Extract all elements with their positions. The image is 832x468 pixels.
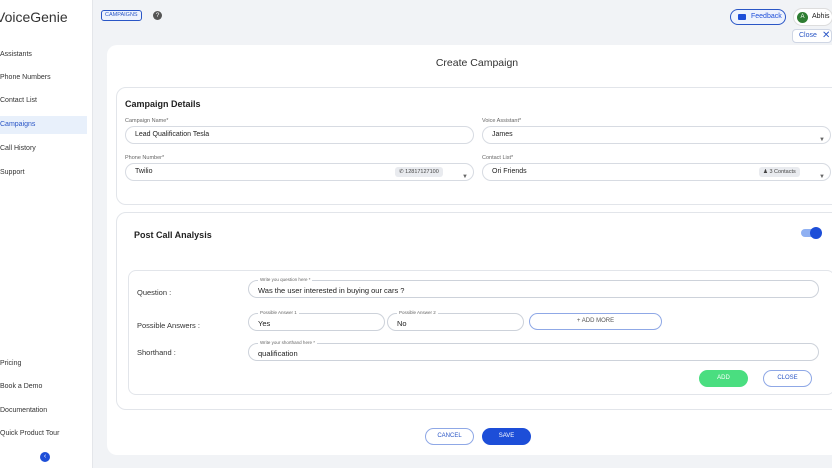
close-icon: ✕ xyxy=(822,30,831,41)
phone-number-select[interactable]: Twilio ✆ 12817127100 ▼ xyxy=(125,163,474,181)
post-call-analysis-card: Post Call Analysis Question : Write you … xyxy=(116,212,832,410)
possible-answer-2-hint: Possible Answer 2 xyxy=(397,310,438,316)
post-call-analysis-toggle[interactable] xyxy=(801,227,822,239)
phone-number-badge: ✆ 12817127100 xyxy=(395,167,443,177)
chevron-down-icon: ▼ xyxy=(462,174,468,180)
add-button[interactable]: ADD xyxy=(699,370,748,387)
possible-answer-1-input[interactable]: Possible Answer 1 Yes xyxy=(248,310,385,331)
app-logo: VoiceGenie xyxy=(0,9,68,25)
contact-list-label: Contact List* xyxy=(482,155,514,161)
shorthand-value: qualification xyxy=(258,349,298,358)
sidebar-item-contact-list[interactable]: Contact List xyxy=(0,92,87,110)
question-value: Was the user interested in buying our ca… xyxy=(258,286,405,295)
contact-list-select[interactable]: Ori Friends ♟ 3 Contacts ▼ xyxy=(482,163,831,181)
voice-assistant-label: Voice Assistant* xyxy=(482,118,522,124)
question-label: Question : xyxy=(137,288,172,297)
sidebar-item-support[interactable]: Support xyxy=(0,164,87,182)
campaign-name-label: Campaign Name* xyxy=(125,118,169,124)
shorthand-hint: Write your shorthand here * xyxy=(258,340,317,346)
close-label: Close xyxy=(799,32,817,39)
toggle-knob xyxy=(810,227,822,239)
save-button[interactable]: SAVE xyxy=(482,428,531,445)
contact-list-value: Ori Friends xyxy=(492,168,527,175)
campaign-details-title: Campaign Details xyxy=(125,99,201,109)
page-title: Create Campaign xyxy=(435,57,519,69)
create-campaign-panel: Create Campaign Campaign Details Campaig… xyxy=(107,45,832,455)
user-name: Abhis xyxy=(812,13,830,20)
campaign-details-card: Campaign Details Campaign Name* Lead Qua… xyxy=(116,87,832,205)
feedback-icon xyxy=(738,14,746,20)
contacts-badge: ♟ 3 Contacts xyxy=(759,167,800,177)
possible-answer-1-hint: Possible Answer 1 xyxy=(258,310,299,316)
contacts-count: 3 Contacts xyxy=(769,169,796,175)
sidebar: VoiceGenie Assistants Phone Numbers Cont… xyxy=(0,0,93,468)
sidebar-item-quick-product-tour[interactable]: Quick Product Tour xyxy=(0,425,87,443)
voice-assistant-value: James xyxy=(492,131,513,138)
possible-answer-2-input[interactable]: Possible Answer 2 No xyxy=(387,310,524,331)
help-icon[interactable]: ? xyxy=(153,11,162,20)
breadcrumb[interactable]: CAMPAIGNS xyxy=(101,10,142,21)
feedback-label: Feedback xyxy=(751,13,782,20)
sidebar-item-call-history[interactable]: Call History xyxy=(0,140,87,158)
cancel-button[interactable]: CANCEL xyxy=(425,428,474,445)
add-more-button[interactable]: + ADD MORE xyxy=(529,313,662,330)
sidebar-item-book-a-demo[interactable]: Book a Demo xyxy=(0,378,87,396)
possible-answer-1-value: Yes xyxy=(258,319,271,328)
avatar: A xyxy=(797,11,808,23)
phone-number-label: Phone Number* xyxy=(125,155,165,161)
close-form-button[interactable]: CLOSE xyxy=(763,370,812,387)
chevron-down-icon: ▼ xyxy=(819,174,825,180)
user-menu[interactable]: A Abhis xyxy=(793,8,832,26)
shorthand-label: Shorthand : xyxy=(137,348,176,357)
phone-provider-value: Twilio xyxy=(135,168,153,175)
voice-assistant-select[interactable]: James ▼ xyxy=(482,126,831,144)
post-call-analysis-title: Post Call Analysis xyxy=(134,230,212,240)
shorthand-input[interactable]: Write your shorthand here * qualificatio… xyxy=(248,340,819,361)
question-hint: Write you question here * xyxy=(258,277,313,283)
feedback-button[interactable]: Feedback xyxy=(730,9,786,25)
chevron-left-icon[interactable]: ‹ xyxy=(40,452,50,462)
sidebar-item-pricing[interactable]: Pricing xyxy=(0,355,87,373)
sidebar-item-documentation[interactable]: Documentation xyxy=(0,402,87,420)
question-input[interactable]: Write you question here * Was the user i… xyxy=(248,277,819,298)
close-button[interactable]: Close ✕ xyxy=(792,29,832,43)
sidebar-item-phone-numbers[interactable]: Phone Numbers xyxy=(0,69,87,87)
phone-number-text: 12817127100 xyxy=(405,169,439,175)
possible-answers-label: Possible Answers : xyxy=(137,321,200,330)
question-form: Question : Write you question here * Was… xyxy=(128,270,832,395)
sidebar-item-campaigns[interactable]: Campaigns xyxy=(0,116,87,134)
sidebar-item-assistants[interactable]: Assistants xyxy=(0,46,87,64)
topbar: CAMPAIGNS ? Feedback A Abhis Close ✕ xyxy=(93,0,832,43)
chevron-down-icon: ▼ xyxy=(819,137,825,143)
possible-answer-2-value: No xyxy=(397,319,407,328)
campaign-name-input[interactable]: Lead Qualification Tesla xyxy=(125,126,474,144)
